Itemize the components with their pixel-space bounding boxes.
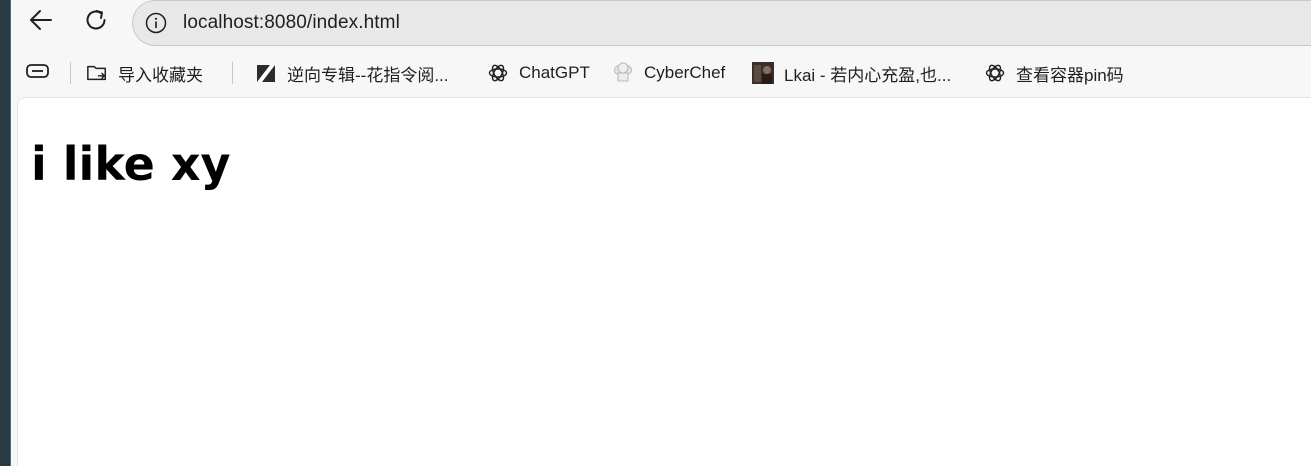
bookmark-lkai[interactable]: Lkai - 若内心充盈,也...: [752, 54, 951, 92]
back-arrow-icon: [27, 6, 55, 39]
collections-icon: [25, 60, 51, 87]
chef-hat-icon: [612, 62, 634, 84]
bookmark-label: CyberChef: [644, 63, 726, 82]
reload-icon: [82, 6, 110, 39]
site-info-icon[interactable]: [145, 12, 167, 34]
bookmark-label: 查看容器pin码: [1016, 65, 1124, 85]
address-bar[interactable]: localhost:8080/index.html: [132, 0, 1311, 46]
bookmarks-divider: [232, 62, 233, 84]
bookmark-label: 逆向专辑--花指令阅...: [287, 65, 449, 85]
window-edge: [0, 0, 11, 466]
url-text[interactable]: localhost:8080/index.html: [183, 12, 400, 34]
back-button[interactable]: [23, 4, 59, 40]
bookmark-chatgpt[interactable]: ChatGPT: [487, 54, 590, 92]
import-favorites-icon: [86, 62, 108, 84]
bookmark-cyberchef[interactable]: CyberChef: [612, 54, 725, 92]
openai-icon: [984, 62, 1006, 84]
bookmark-label: ChatGPT: [519, 63, 590, 82]
page-content: i like xy: [17, 97, 1311, 466]
bookmark-label: Lkai - 若内心充盈,也...: [784, 65, 952, 85]
reload-button[interactable]: [78, 4, 114, 40]
browser-window: localhost:8080/index.html 导入收藏夹 逆向专辑--花指…: [0, 0, 1311, 466]
bookmark-container-pin[interactable]: 查看容器pin码: [984, 54, 1124, 92]
browser-toolbar: localhost:8080/index.html: [11, 0, 1311, 48]
bookmarks-bar: 导入收藏夹 逆向专辑--花指令阅... ChatGPT CyberChef Lk…: [11, 54, 1311, 92]
bookmarks-divider: [70, 62, 71, 84]
site-logo-icon: [255, 62, 277, 84]
openai-icon: [487, 62, 509, 84]
bookmark-reverse-album[interactable]: 逆向专辑--花指令阅...: [255, 54, 449, 92]
page-heading: i like xy: [31, 137, 231, 191]
thumbnail-icon: [752, 62, 774, 84]
bookmark-label: 导入收藏夹: [118, 65, 203, 85]
collections-button[interactable]: [25, 54, 51, 92]
bookmark-import-favorites[interactable]: 导入收藏夹: [86, 54, 203, 92]
